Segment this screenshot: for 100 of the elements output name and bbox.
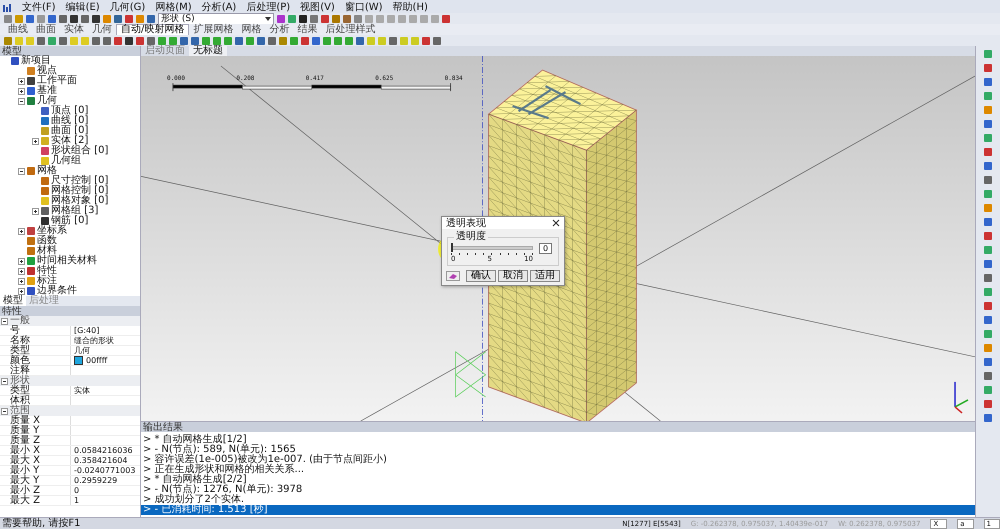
tree-item[interactable]: 基准 [37,86,57,96]
tree-item[interactable]: 坐标系 [37,226,67,236]
menu-item[interactable]: 后处理(P) [246,2,290,14]
tree-node-icon [27,167,35,175]
property-value: 0 [74,486,80,496]
expander-icon[interactable] [18,268,25,274]
ribbon-tab[interactable]: 曲面 [32,24,60,35]
tree-item[interactable]: 网格组 [3] [51,206,98,216]
tree-node-icon [27,267,35,275]
app-logo-icon [2,2,12,12]
property-name: 质量 Y [0,426,71,435]
tree-item[interactable]: 函数 [37,236,57,246]
expander-icon[interactable] [32,208,39,214]
expander-icon[interactable] [18,88,25,94]
ribbon-tab[interactable]: 扩展网格 [189,24,238,35]
shape-combo[interactable]: 形状 (S) [158,12,274,24]
close-icon[interactable] [552,219,560,227]
ribbon-tab[interactable]: 自动/映射网格 [116,24,190,36]
output-line: > * 自动网格生成[1/2] [142,435,247,445]
tree-item[interactable]: 网格 [37,166,57,176]
tree-item[interactable]: 几何组 [51,156,81,166]
tree-item[interactable]: 几何 [37,96,57,106]
tree-item[interactable]: 实体 [2] [51,136,88,146]
output-line: > - N(节点): 589, N(单元): 1565 [142,445,296,455]
tree-item[interactable]: 钢筋 [0] [51,216,88,226]
dialog-button[interactable]: 确认 [466,270,496,282]
property-value: [G:40] [74,326,100,336]
tree-node-icon [11,57,19,65]
tree-item[interactable]: 曲面 [0] [51,126,88,136]
menu-item[interactable]: 网格(M) [155,2,192,14]
tree-node-icon [41,207,49,215]
menu-item[interactable]: 分析(A) [202,2,236,14]
tree-item[interactable]: 网格对象 [0] [51,196,108,206]
collapse-icon[interactable] [1,408,8,414]
tree-node-icon [27,237,35,245]
property-group[interactable]: 一般 [0,316,140,326]
ribbon-tab[interactable]: 网格 [237,24,266,35]
dialog-button[interactable]: 取消 [498,270,528,282]
property-value: 0.0584216036 [74,446,133,456]
expander-icon[interactable] [18,168,25,174]
panel-tab[interactable]: 模型 [0,296,26,306]
tree-node-icon [27,247,35,255]
property-name: 最小 X [0,446,71,455]
ribbon-tab[interactable]: 后处理样式 [321,24,380,35]
tree-node-icon [41,147,49,155]
tree-node-icon [27,97,35,105]
output-line: > - N(节点): 1276, N(单元): 3978 [142,485,304,495]
property-value: 0.2959229 [74,476,118,486]
property-group[interactable]: 形状 [0,376,140,386]
expander-icon[interactable] [18,278,25,284]
expander-icon[interactable] [32,138,39,144]
expander-icon[interactable] [18,78,25,84]
tree-item[interactable]: 时间相关材料 [37,256,97,266]
tree-node-icon [41,157,49,165]
ribbon-tab[interactable]: 实体 [60,24,88,35]
tree-item[interactable]: 特性 [37,266,57,276]
property-group[interactable]: 范围 [0,406,140,416]
menu-item[interactable]: 视图(V) [300,2,335,14]
collapse-icon[interactable] [1,318,8,324]
menu-item[interactable]: 帮助(H) [392,2,428,14]
menu-item[interactable]: 窗口(W) [344,2,383,14]
output-line: > 正在生成形状和网格的相关关系... [142,465,306,475]
tree-item[interactable]: 曲线 [0] [51,116,88,126]
property-name: 质量 Z [0,436,71,445]
property-name: 类型 [0,346,71,355]
expander-icon[interactable] [18,228,25,234]
menu-item[interactable]: 文件(F) [22,2,56,14]
group-label: 形状 [10,376,30,386]
ribbon-tab[interactable]: 几何 [88,24,116,35]
tree-node-icon [41,177,49,185]
tree-item[interactable]: 新项目 [21,56,51,66]
expander-icon[interactable] [18,288,25,294]
value-field[interactable]: 0 [539,243,552,254]
tree-item[interactable]: 边界条件 [37,286,77,296]
dialog-button[interactable]: 适用 [530,270,560,282]
tree-item[interactable]: 标注 [37,276,57,286]
collapse-icon[interactable] [1,378,8,384]
tree-item[interactable]: 形状组合 [0] [51,146,108,156]
tree-item[interactable]: 网格控制 [0] [51,186,108,196]
status-help: 需要帮助, 请按F1 [2,518,82,528]
menu-item[interactable]: 几何(G) [110,2,146,14]
tree-item[interactable]: 工作平面 [37,76,77,86]
tree-item[interactable]: 材料 [37,246,57,256]
document-tab[interactable]: 无标题 [189,46,227,56]
ribbon-tab[interactable]: 曲线 [4,24,32,35]
tree-node-icon [27,287,35,295]
property-name: 名称 [0,336,71,345]
tree-item[interactable]: 尺寸控制 [0] [51,176,108,186]
tree-item[interactable]: 视点 [37,66,57,76]
ribbon-tab[interactable]: 分析 [265,24,294,35]
expander-icon[interactable] [18,258,25,264]
ribbon-tab[interactable]: 结果 [293,24,322,35]
property-value: 00ffff [86,356,108,366]
dialog-title: 透明表现 [446,216,486,230]
tree-node-icon [41,117,49,125]
eraser-icon[interactable] [446,271,460,281]
tree-item[interactable]: 顶点 [0] [51,106,88,116]
menu-item[interactable]: 编辑(E) [66,2,100,14]
axis-triad-icon [954,382,968,414]
expander-icon[interactable] [18,98,25,104]
